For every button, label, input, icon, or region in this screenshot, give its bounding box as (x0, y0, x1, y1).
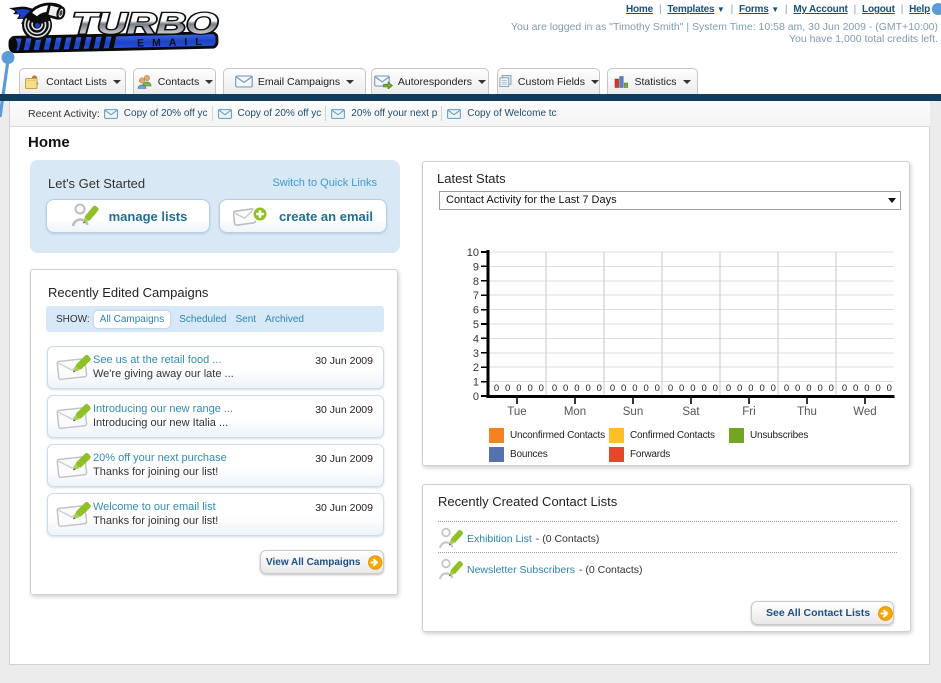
svg-text:10: 10 (467, 247, 479, 259)
svg-text:0: 0 (887, 383, 892, 394)
svg-text:0: 0 (784, 383, 789, 394)
svg-text:0: 0 (795, 383, 800, 394)
svg-text:0: 0 (597, 383, 602, 394)
svg-text:Thu: Thu (797, 406, 817, 418)
svg-text:0: 0 (806, 383, 811, 394)
svg-text:Mon: Mon (564, 406, 586, 418)
svg-text:0: 0 (574, 383, 579, 394)
svg-text:0: 0 (864, 383, 869, 394)
svg-text:0: 0 (668, 383, 673, 394)
svg-text:Fri: Fri (742, 406, 755, 418)
svg-text:0: 0 (690, 383, 695, 394)
svg-text:9: 9 (473, 261, 479, 273)
svg-text:0: 0 (853, 383, 858, 394)
svg-text:0: 0 (643, 383, 648, 394)
svg-text:0: 0 (737, 383, 742, 394)
svg-text:0: 0 (655, 383, 660, 394)
svg-text:0: 0 (759, 383, 764, 394)
svg-text:0: 0 (527, 383, 532, 394)
svg-text:0: 0 (563, 383, 568, 394)
svg-text:5: 5 (473, 319, 479, 331)
svg-text:0: 0 (610, 383, 615, 394)
svg-text:0: 0 (701, 383, 706, 394)
svg-text:0: 0 (713, 383, 718, 394)
svg-text:Sun: Sun (623, 406, 643, 418)
svg-text:8: 8 (473, 276, 479, 288)
svg-text:4: 4 (473, 333, 479, 345)
svg-text:Wed: Wed (853, 406, 876, 418)
svg-text:0: 0 (875, 383, 880, 394)
svg-text:0: 0 (842, 383, 847, 394)
svg-text:0: 0 (829, 383, 834, 394)
svg-text:0: 0 (473, 391, 479, 403)
svg-text:0: 0 (679, 383, 684, 394)
svg-text:0: 0 (585, 383, 590, 394)
svg-text:0: 0 (621, 383, 626, 394)
svg-text:6: 6 (473, 305, 479, 317)
svg-text:0: 0 (748, 383, 753, 394)
svg-text:2: 2 (473, 362, 479, 374)
svg-text:0: 0 (817, 383, 822, 394)
svg-text:Sat: Sat (682, 406, 700, 418)
svg-text:0: 0 (505, 383, 510, 394)
svg-text:0: 0 (771, 383, 776, 394)
svg-text:0: 0 (632, 383, 637, 394)
svg-text:0: 0 (552, 383, 557, 394)
svg-text:0: 0 (494, 383, 499, 394)
svg-text:1: 1 (473, 377, 479, 389)
svg-text:Tue: Tue (507, 406, 526, 418)
svg-text:0: 0 (539, 383, 544, 394)
svg-text:0: 0 (516, 383, 521, 394)
svg-text:TURBO: TURBO (72, 8, 218, 41)
svg-text:7: 7 (473, 290, 479, 302)
svg-text:3: 3 (473, 348, 479, 360)
svg-text:0: 0 (726, 383, 731, 394)
